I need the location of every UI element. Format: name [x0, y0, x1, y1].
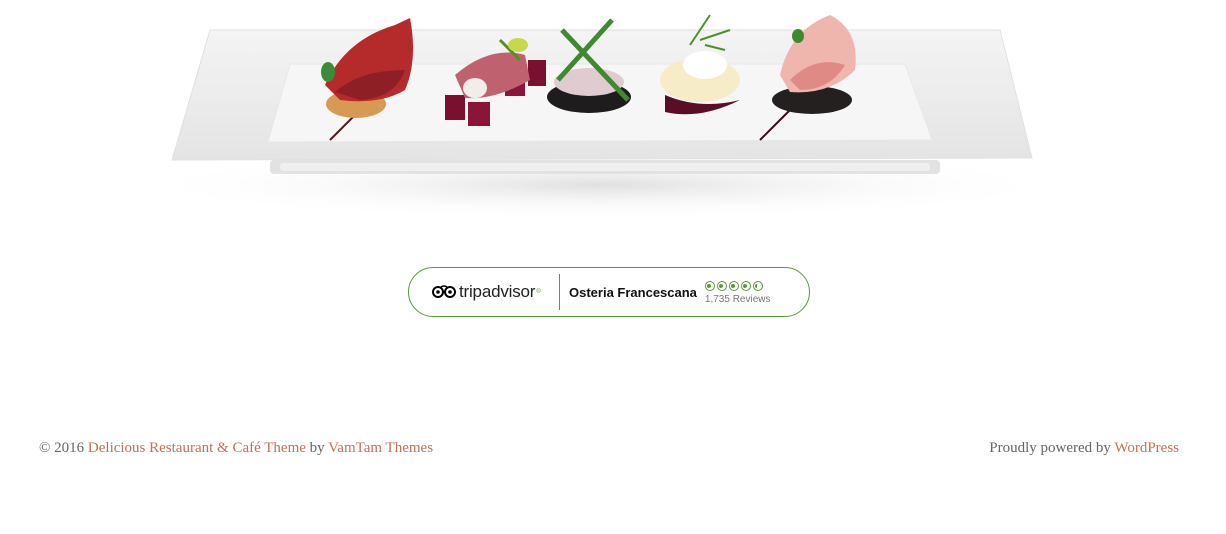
rating-bubble-icon — [716, 281, 727, 291]
rating-bubble-icon — [728, 281, 739, 291]
powered-by-text: Proudly powered by — [989, 440, 1111, 456]
badge-info: Osteria Francescana 1,735 Reviews — [569, 279, 771, 305]
footer-copyright: © 2016 Delicious Restaurant & Café Theme… — [39, 440, 433, 457]
badge-divider — [559, 274, 560, 310]
rating-bubble-half-icon — [752, 281, 763, 291]
tripadvisor-owl-icon — [432, 285, 456, 298]
registered-mark: ® — [536, 289, 541, 295]
tripadvisor-logo[interactable]: tripadvisor ® — [432, 282, 546, 302]
rating-bubble-icon — [704, 281, 715, 291]
canape-plate-image — [130, 14, 1070, 220]
footer-powered-by: Proudly powered by WordPress — [989, 440, 1179, 457]
wordpress-link[interactable]: WordPress — [1114, 440, 1179, 456]
copyright-text: © 2016 — [39, 440, 85, 456]
author-link[interactable]: VamTam Themes — [328, 440, 433, 456]
review-count[interactable]: 1,735 Reviews — [705, 294, 771, 305]
rating-bubble-icon — [740, 281, 751, 291]
rating-block: 1,735 Reviews — [704, 281, 771, 305]
hero-food-image — [0, 0, 1226, 225]
tripadvisor-badge[interactable]: tripadvisor ® Osteria Francescana 1,735 R… — [408, 267, 810, 317]
by-text: by — [309, 440, 325, 456]
tripadvisor-wordmark: tripadvisor — [459, 282, 536, 301]
theme-link[interactable]: Delicious Restaurant & Café Theme — [88, 440, 306, 456]
rating-bubbles — [704, 281, 771, 291]
restaurant-name[interactable]: Osteria Francescana — [569, 285, 697, 300]
